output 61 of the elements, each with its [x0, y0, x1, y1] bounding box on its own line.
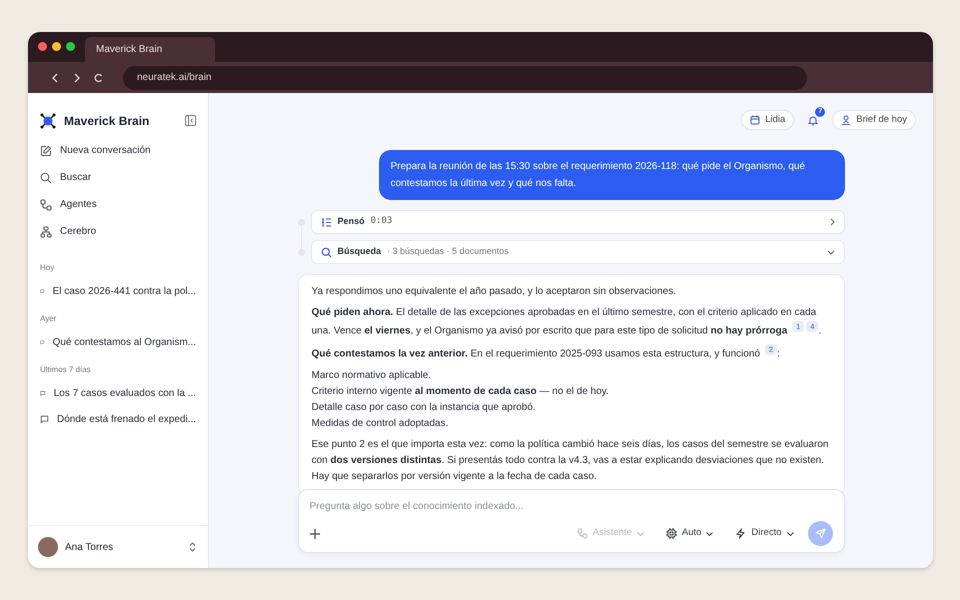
search-icon	[40, 172, 52, 184]
nav-item[interactable]: Cerebro	[34, 218, 202, 245]
person-icon	[841, 115, 852, 125]
reload-icon[interactable]	[94, 72, 103, 82]
conversation-item[interactable]: Qué contestamos al Organism...	[34, 329, 202, 355]
conversation-item[interactable]: El caso 2026-441 contra la pol...	[34, 278, 202, 304]
answer-paragraph: Ese punto 2 es el que importa esta vez: como la política cambió hace seis días, los casos del semestre se evaluaron con dos versiones distintas. Si presentás todo contra la v4.3, vas a estar explicando desviaciones que no existen. Hay que separarlos por versión vigente a la fecha de cada caso.	[312, 438, 830, 484]
step-row[interactable]: Búsqueda · 3 búsquedas · 5 documentos	[310, 240, 844, 264]
nodes-icon	[40, 198, 52, 210]
answer-paragraph: Ya respondimos uno equivalente el año pasado, y lo aceptaron sin observaciones.	[312, 285, 677, 299]
list-item: Medidas de control adoptadas.	[312, 416, 450, 431]
conversation-item[interactable]: Los 7 casos evaluados con la ...	[34, 380, 202, 406]
user-name: Ana Torres	[65, 540, 114, 554]
hierarchy-icon	[40, 226, 52, 238]
answer-paragraph: Qué piden ahora. El detalle de las excepciones aprobadas en el último semestre, con el criterio aplicado en cada una. Vence el viernes, y el Organismo ya avisó por escrito que para este tipo de solicitud no hay prórroga $^{1}$ $^{4}$ .	[312, 306, 822, 338]
nav-item[interactable]: Nueva conversación	[34, 137, 202, 164]
chevron-down-icon	[706, 532, 714, 536]
collapse-sidebar-icon[interactable]	[185, 115, 196, 126]
nav-item[interactable]: Buscar	[34, 164, 202, 191]
step-row[interactable]: Pensó 0:03	[310, 210, 844, 234]
list-item: Criterio interno vigente al momento de cada caso — no el de hoy.	[312, 384, 610, 399]
chevron-right-icon	[830, 218, 834, 226]
user-message: Prepara la reunión de las 15:30 sobre el requerimiento 2026-118: qué pide el Organismo, qué contestamos la última vez y qué nos falta.	[378, 150, 844, 200]
message-input[interactable]: Pregunta algo sobre el conocimiento indexado...	[310, 499, 832, 514]
address-bar[interactable]: neuratek.ai/brain	[123, 66, 807, 90]
section-label: Hoy	[39, 262, 56, 274]
lightning-icon	[735, 528, 746, 539]
edit-icon	[40, 144, 52, 156]
option-dropdown[interactable]: Directo	[735, 526, 794, 541]
section-label: Últimos 7 días	[39, 364, 92, 376]
expand-collapse-icon[interactable]	[189, 542, 196, 552]
chat-icon	[40, 414, 50, 424]
back-icon[interactable]	[52, 72, 59, 82]
send-icon	[814, 528, 826, 539]
answer-paragraph: Qué contestamos la vez anterior. En el requerimiento 2025-093 usamos esta estructura, y funcionó $^{2}$ :	[312, 344, 781, 362]
search-icon	[320, 246, 332, 258]
chevron-down-icon	[786, 532, 794, 536]
brand-name: Maverick Brain	[64, 112, 150, 130]
citation-chip[interactable]: 1	[792, 321, 804, 332]
citation-chip[interactable]: 4	[806, 321, 818, 332]
browser-tab[interactable]: Maverick Brain	[85, 37, 215, 62]
list-icon	[320, 216, 332, 228]
bell-icon	[808, 114, 818, 126]
nodes-icon	[576, 528, 588, 539]
option-dropdown[interactable]: Auto	[666, 526, 714, 541]
nav-item[interactable]: Agentes	[34, 191, 202, 218]
forward-icon[interactable]	[73, 72, 80, 82]
list-item: Detalle caso por caso con la instancia que aprobó.	[312, 400, 537, 415]
brief-button[interactable]: Brief de hoy	[832, 110, 916, 130]
section-label: Ayer	[39, 313, 58, 325]
list-item: Marco normativo aplicable.	[312, 368, 432, 383]
add-icon[interactable]	[310, 528, 320, 538]
contact-button[interactable]: Lidia	[741, 110, 794, 130]
logo-icon	[40, 112, 56, 128]
chevron-down-icon	[636, 532, 644, 536]
calendar-icon	[750, 115, 760, 125]
citation-chip[interactable]: 2	[764, 344, 778, 356]
avatar	[38, 537, 58, 557]
chip-icon	[666, 528, 677, 539]
chevron-down-icon	[826, 250, 834, 254]
conversation-item[interactable]: Dónde está frenado el expedi...	[34, 406, 202, 432]
